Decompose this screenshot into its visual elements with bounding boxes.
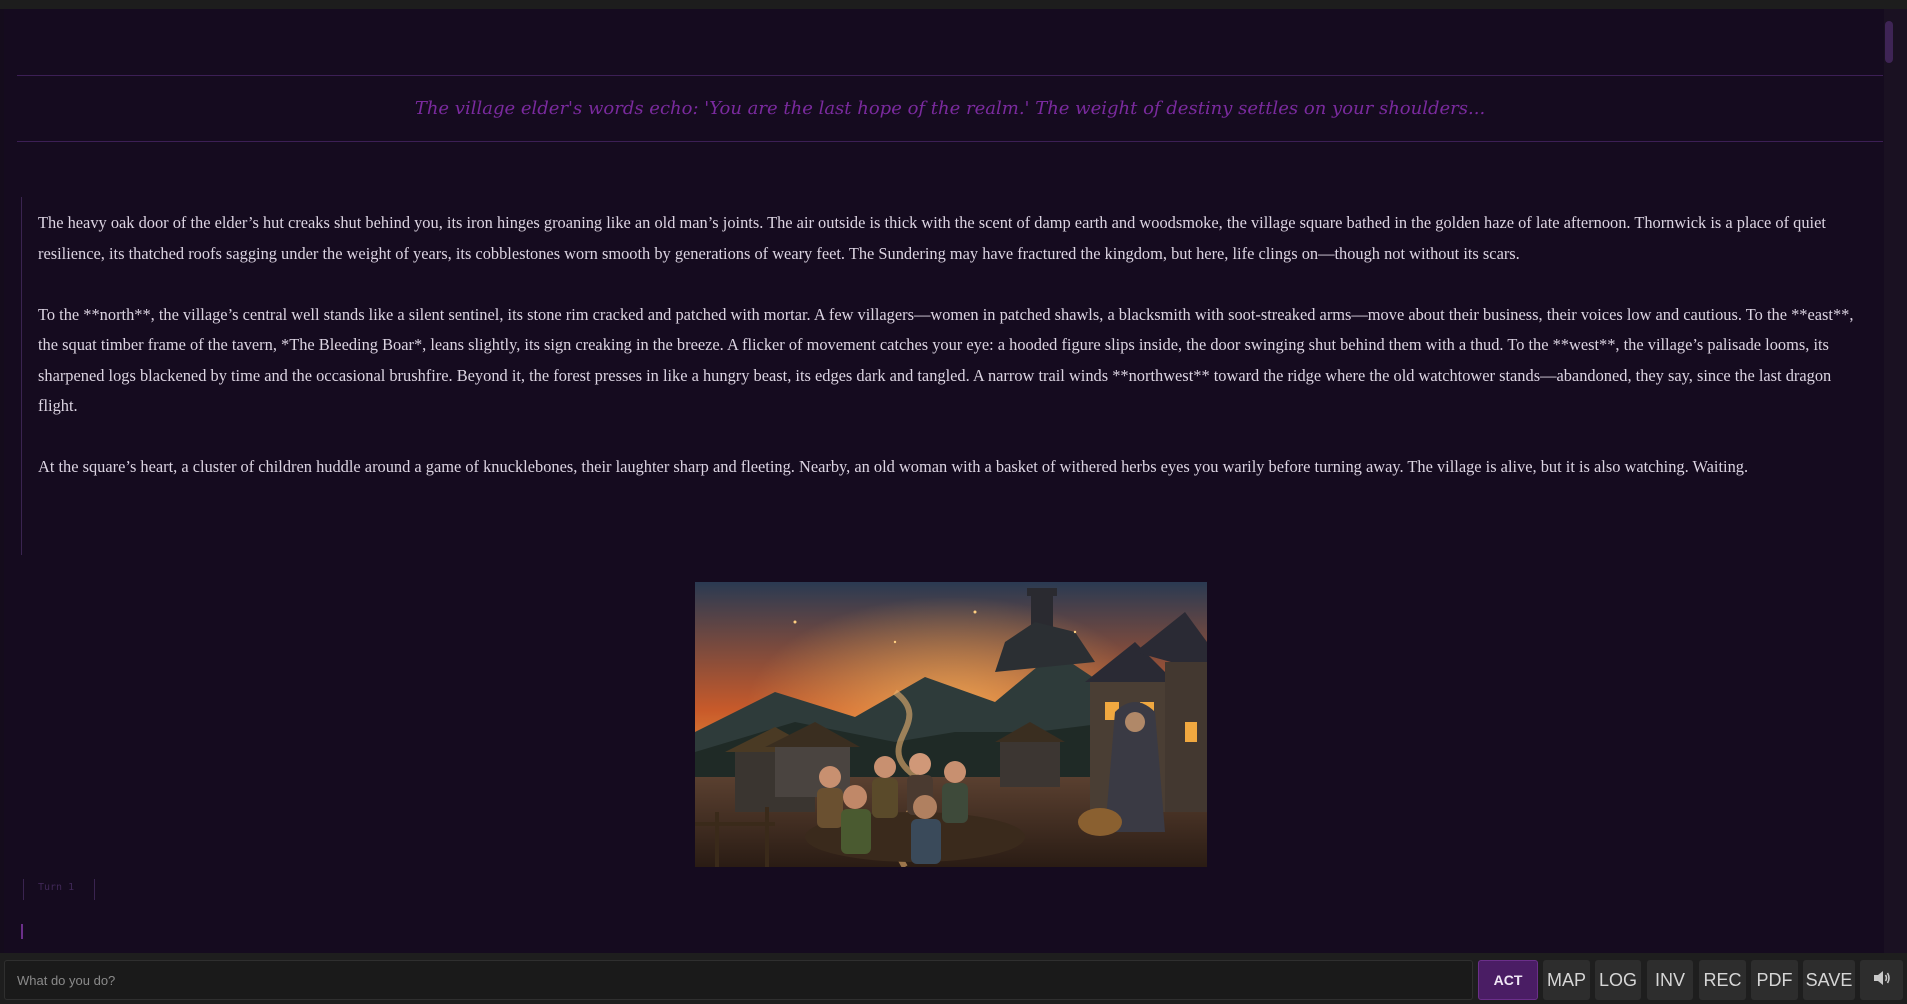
- narrative-paragraph: At the square’s heart, a cluster of chil…: [38, 457, 1749, 476]
- sound-button[interactable]: [1860, 960, 1903, 1000]
- speaker-icon: [1873, 970, 1891, 991]
- narrative-paragraph: To the **north**, the village’s central …: [38, 304, 1854, 416]
- record-button[interactable]: REC: [1699, 960, 1746, 1000]
- story-banner: The village elder's words echo: 'You are…: [17, 75, 1883, 142]
- inventory-button[interactable]: INV: [1647, 960, 1693, 1000]
- window-top-bar: [0, 0, 1907, 9]
- text-cursor: [21, 924, 23, 939]
- map-button[interactable]: MAP: [1543, 960, 1590, 1000]
- log-button[interactable]: LOG: [1595, 960, 1641, 1000]
- scrollbar-track[interactable]: [1884, 9, 1907, 953]
- command-input[interactable]: [4, 960, 1473, 1000]
- scene-illustration: [695, 582, 1207, 867]
- banner-text: The village elder's words echo: 'You are…: [414, 98, 1486, 119]
- scrollbar-thumb[interactable]: [1885, 21, 1893, 63]
- pdf-button[interactable]: PDF: [1751, 960, 1798, 1000]
- turn-marker: Turn 1: [23, 879, 95, 900]
- save-button[interactable]: SAVE: [1803, 960, 1855, 1000]
- narrative-block: The heavy oak door of the elder’s hut cr…: [21, 197, 1883, 555]
- narrative-paragraph: The heavy oak door of the elder’s hut cr…: [38, 213, 1826, 263]
- act-button[interactable]: ACT: [1478, 960, 1538, 1000]
